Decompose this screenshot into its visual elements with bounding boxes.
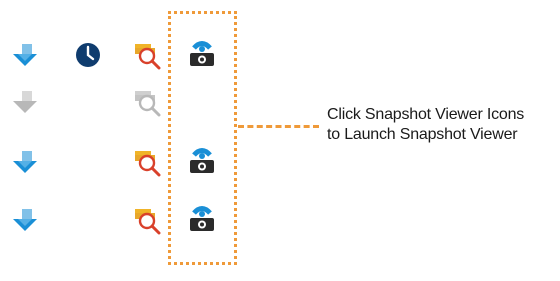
share-icon[interactable] (10, 147, 40, 177)
folder-search-icon (133, 87, 163, 117)
share-icon[interactable] (10, 40, 40, 70)
folder-search-icon[interactable] (133, 205, 163, 235)
folder-search-icon[interactable] (133, 40, 163, 70)
folder-search-icon[interactable] (133, 147, 163, 177)
share-icon (10, 87, 40, 117)
snapshot-column-highlight (168, 11, 237, 265)
icon-grid-canvas: Click Snapshot Viewer Icons to Launch Sn… (0, 0, 560, 281)
callout-connector-line (238, 125, 319, 128)
callout-text: Click Snapshot Viewer Icons to Launch Sn… (327, 105, 557, 145)
callout-line-2: to Launch Snapshot Viewer (327, 126, 518, 143)
clock-icon[interactable] (73, 40, 103, 70)
callout-line-1: Click Snapshot Viewer Icons (327, 106, 525, 123)
share-icon[interactable] (10, 205, 40, 235)
